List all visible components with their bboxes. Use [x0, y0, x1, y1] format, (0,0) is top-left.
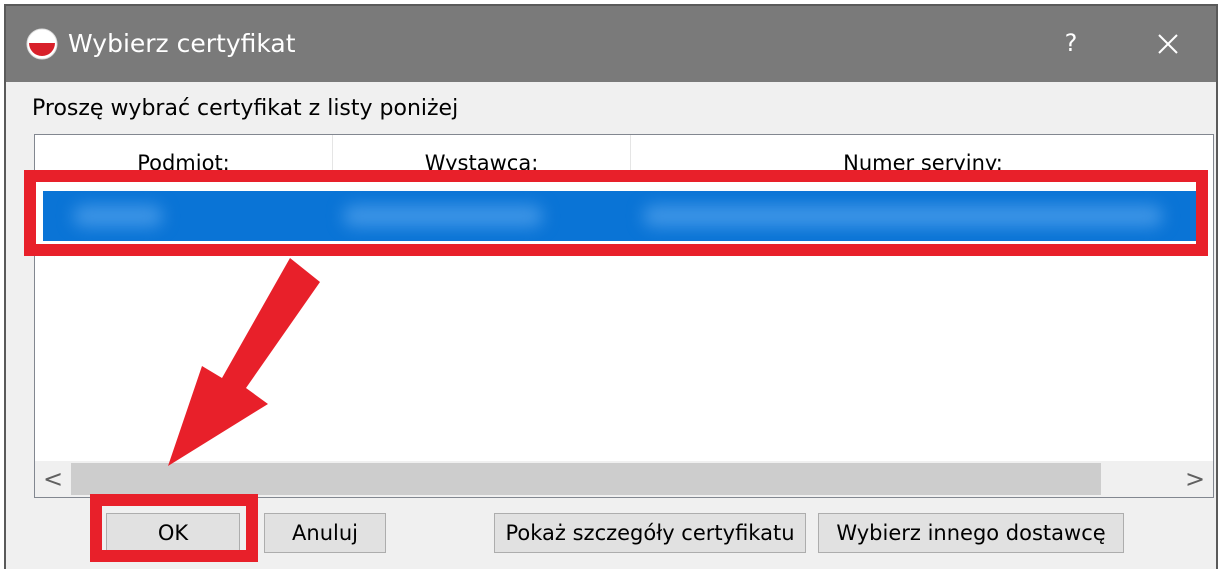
app-icon	[26, 28, 58, 60]
column-header-serial[interactable]: Numer seryjny:	[631, 135, 1213, 179]
scroll-left-button[interactable]: <	[35, 461, 71, 497]
close-icon[interactable]	[1148, 24, 1188, 64]
ok-button[interactable]: OK	[106, 513, 240, 553]
instruction-text: Proszę wybrać certyfikat z listy poniżej	[32, 96, 459, 121]
certificate-row-selected[interactable]	[43, 191, 1205, 241]
redacted-subject	[73, 205, 163, 227]
title-bar: Wybierz certyfikat ?	[6, 6, 1216, 82]
window-title: Wybierz certyfikat	[68, 29, 296, 58]
column-header-subject[interactable]: Podmiot:	[35, 135, 333, 179]
cancel-button[interactable]: Anuluj	[264, 513, 386, 553]
help-button[interactable]: ?	[1056, 24, 1086, 62]
red-arrow-icon	[168, 258, 320, 466]
column-header-issuer[interactable]: Wystawca:	[333, 135, 631, 179]
choose-other-provider-button[interactable]: Wybierz innego dostawcę	[818, 513, 1124, 553]
scroll-right-button[interactable]: >	[1177, 461, 1213, 497]
redacted-serial	[643, 205, 1163, 227]
show-certificate-details-button[interactable]: Pokaż szczegóły certyfikatu	[494, 513, 806, 553]
redacted-issuer	[343, 205, 543, 227]
